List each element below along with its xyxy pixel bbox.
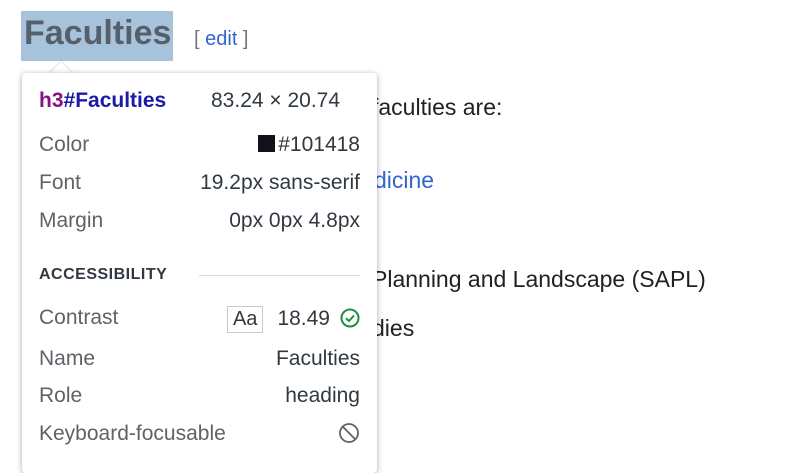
contrast-value-wrap: Aa 18.49 [226, 306, 360, 333]
contrast-row: Contrast Aa 18.49 [39, 306, 360, 336]
tooltip-header: h3#Faculties 83.24 × 20.74 [39, 89, 340, 113]
color-value-wrap: #101418 [258, 133, 360, 157]
color-swatch [258, 135, 276, 152]
name-value: Faculties [275, 347, 360, 370]
keyboard-focusable-value [338, 422, 360, 447]
role-label: Role [39, 384, 83, 407]
contrast-value: 18.49 [277, 307, 330, 330]
role-row: Role heading [39, 384, 360, 410]
margin-row: Margin 0px 0px 4.8px [39, 209, 360, 235]
role-value: heading [285, 384, 360, 407]
inspect-tooltip: h3#Faculties 83.24 × 20.74 Color #101418… [22, 73, 377, 473]
body-text-line3: Planning and Landscape (SAPL) [372, 266, 706, 292]
color-value: #101418 [278, 133, 360, 156]
name-label: Name [39, 347, 96, 370]
element-id: #Faculties [63, 89, 167, 112]
check-circle-icon [340, 308, 360, 328]
page-heading: Faculties [24, 14, 172, 52]
body-text-line1: faculties are: [372, 94, 503, 120]
keyboard-focusable-label: Keyboard-focusable [39, 422, 226, 445]
contrast-label: Contrast [39, 306, 119, 329]
font-label: Font [39, 171, 82, 194]
no-entry-icon [339, 423, 359, 443]
name-row: Name Faculties [39, 347, 360, 373]
body-text-line4: dies [372, 315, 415, 341]
edit-open-bracket: [ [194, 28, 206, 50]
font-row: Font 19.2px sans-serif [39, 171, 360, 197]
section-divider [199, 275, 360, 276]
edit-link[interactable]: edit [205, 28, 237, 50]
margin-label: Margin [39, 209, 104, 232]
font-value: 19.2px sans-serif [200, 171, 360, 194]
element-tag: h3 [39, 89, 64, 112]
edit-section: [ edit ] [194, 28, 249, 51]
margin-value: 0px 0px 4.8px [229, 209, 360, 232]
body-link-medicine[interactable]: dicine [374, 167, 434, 194]
element-dimensions: 83.24 × 20.74 [211, 89, 341, 112]
color-label: Color [39, 133, 90, 156]
contrast-sample: Aa [226, 306, 264, 333]
edit-close-bracket: ] [237, 28, 249, 50]
keyboard-focusable-row: Keyboard-focusable [39, 422, 360, 448]
color-row: Color #101418 [39, 133, 360, 159]
